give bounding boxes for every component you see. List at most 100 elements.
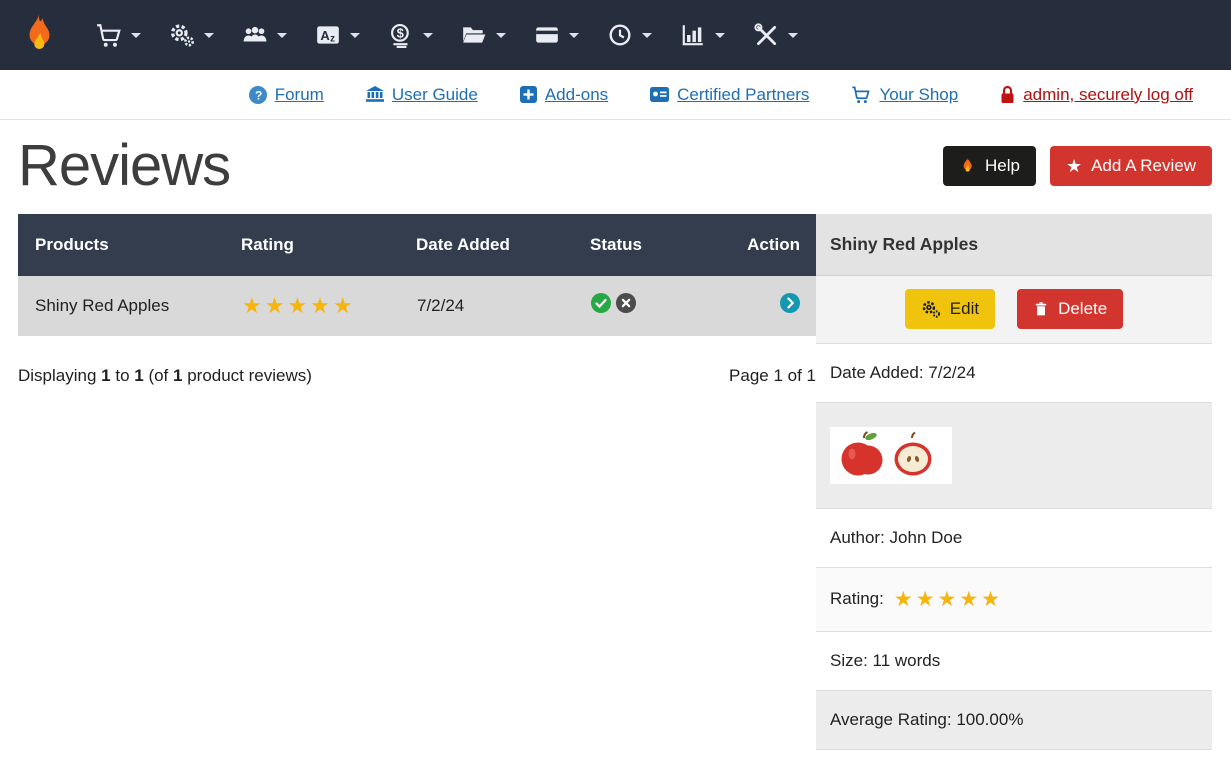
detail-rating: Rating: ★★★★★ [816,568,1212,632]
detail-author: Author: John Doe [816,509,1212,568]
detail-average-rating: Average Rating: 100.00% [816,691,1212,750]
menu-currencies[interactable]: $ [374,0,447,70]
tools-icon [753,22,779,48]
link-addons-label: Add-ons [545,85,608,105]
menu-localization[interactable]: A z [301,0,374,70]
language-icon: A z [315,22,341,48]
status-icons [591,293,636,313]
folder-open-icon [461,22,487,48]
detail-date-added: Date Added: 7/2/24 [816,344,1212,403]
caret-down-icon [788,33,798,38]
displaying-text: Displaying 1 to 1 (of 1 product reviews) [18,366,312,386]
svg-text:$: $ [397,26,405,41]
caret-down-icon [423,33,433,38]
credit-card-icon [534,22,560,48]
caret-down-icon [350,33,360,38]
detail-rating-label: Rating: [830,589,884,609]
caret-down-icon [277,33,287,38]
building-icon [366,86,384,103]
link-log-off[interactable]: admin, securely log off [1000,85,1193,105]
reviews-table-section: Products Rating Date Added Status Action… [18,214,816,386]
disapproved-x-icon[interactable] [616,293,636,313]
page-title: Reviews [18,134,230,198]
table-header-row: Products Rating Date Added Status Action [18,214,816,276]
coin-icon: $ [388,22,414,48]
users-icon [242,22,268,48]
review-date-added: 7/2/24 [416,276,590,336]
flame-icon [959,156,976,176]
gears-icon [169,22,195,48]
edit-button[interactable]: Edit [905,289,995,329]
gears-icon [921,299,941,319]
link-your-shop-label: Your Shop [879,85,958,105]
add-review-button[interactable]: ★ Add A Review [1050,146,1212,186]
column-header-action: Action [710,214,816,276]
id-card-icon [650,87,669,102]
help-button[interactable]: Help [943,146,1036,186]
svg-text:z: z [330,34,335,45]
clock-icon [607,22,633,48]
menu-modules[interactable] [155,0,228,70]
flame-icon [18,12,60,58]
caret-down-icon [204,33,214,38]
link-certified-partners[interactable]: Certified Partners [650,85,809,105]
review-detail-panel: Shiny Red Apples Edit Delete Date Adde [816,214,1212,750]
delete-button-label: Delete [1058,299,1107,319]
review-row[interactable]: Shiny Red Apples ★★★★★ 7/2/24 [18,276,816,336]
caret-down-icon [642,33,652,38]
menu-scheduler[interactable] [593,0,666,70]
link-forum[interactable]: ? Forum [249,85,324,105]
menu-reports[interactable] [666,0,739,70]
column-header-products: Products [18,214,241,276]
cart-icon [851,85,871,104]
product-image [830,427,952,484]
link-forum-label: Forum [275,85,324,105]
main-content: Products Rating Date Added Status Action… [0,214,1231,750]
detail-image-row [816,403,1212,509]
edit-button-label: Edit [950,299,979,319]
menu-customers[interactable] [228,0,301,70]
link-addons[interactable]: Add-ons [520,85,608,105]
link-user-guide[interactable]: User Guide [366,85,478,105]
trash-icon [1033,300,1049,318]
svg-text:?: ? [255,88,262,102]
rating-stars: ★★★★★ [242,293,356,318]
page-indicator: Page 1 of 1 [729,366,816,386]
approved-check-icon[interactable] [591,293,611,313]
question-circle-icon: ? [249,86,267,104]
caret-down-icon [715,33,725,38]
link-user-guide-label: User Guide [392,85,478,105]
lock-icon [1000,85,1015,104]
bar-chart-icon [680,22,706,48]
detail-rating-stars: ★★★★★ [894,587,1003,612]
svg-text:A: A [320,28,330,43]
column-header-status: Status [590,214,710,276]
quick-links-bar: ? Forum User Guide Add-ons Certified Par… [0,70,1231,120]
link-certified-partners-label: Certified Partners [677,85,809,105]
star-icon: ★ [1066,157,1082,175]
chevron-right-circle-icon[interactable] [780,293,800,313]
menu-catalog[interactable] [82,0,155,70]
help-button-label: Help [985,156,1020,176]
review-product-name: Shiny Red Apples [18,276,241,336]
zen-cart-logo[interactable] [18,12,60,58]
add-review-button-label: Add A Review [1091,156,1196,176]
menu-catalog-files[interactable] [447,0,520,70]
detail-panel-actions: Edit Delete [816,276,1212,344]
plus-square-icon [520,86,537,103]
detail-panel-title: Shiny Red Apples [816,214,1212,276]
column-header-date-added: Date Added [416,214,590,276]
shopping-cart-icon [96,22,122,48]
menu-tools[interactable] [739,0,812,70]
delete-button[interactable]: Delete [1017,289,1123,329]
link-your-shop[interactable]: Your Shop [851,85,958,105]
detail-size: Size: 11 words [816,632,1212,691]
menu-payments[interactable] [520,0,593,70]
header-actions: Help ★ Add A Review [943,146,1212,186]
admin-navbar: A z $ [0,0,1231,70]
page-header: Reviews Help ★ Add A Review [0,120,1231,214]
link-log-off-label: admin, securely log off [1023,85,1193,105]
caret-down-icon [131,33,141,38]
column-header-rating: Rating [241,214,416,276]
caret-down-icon [569,33,579,38]
